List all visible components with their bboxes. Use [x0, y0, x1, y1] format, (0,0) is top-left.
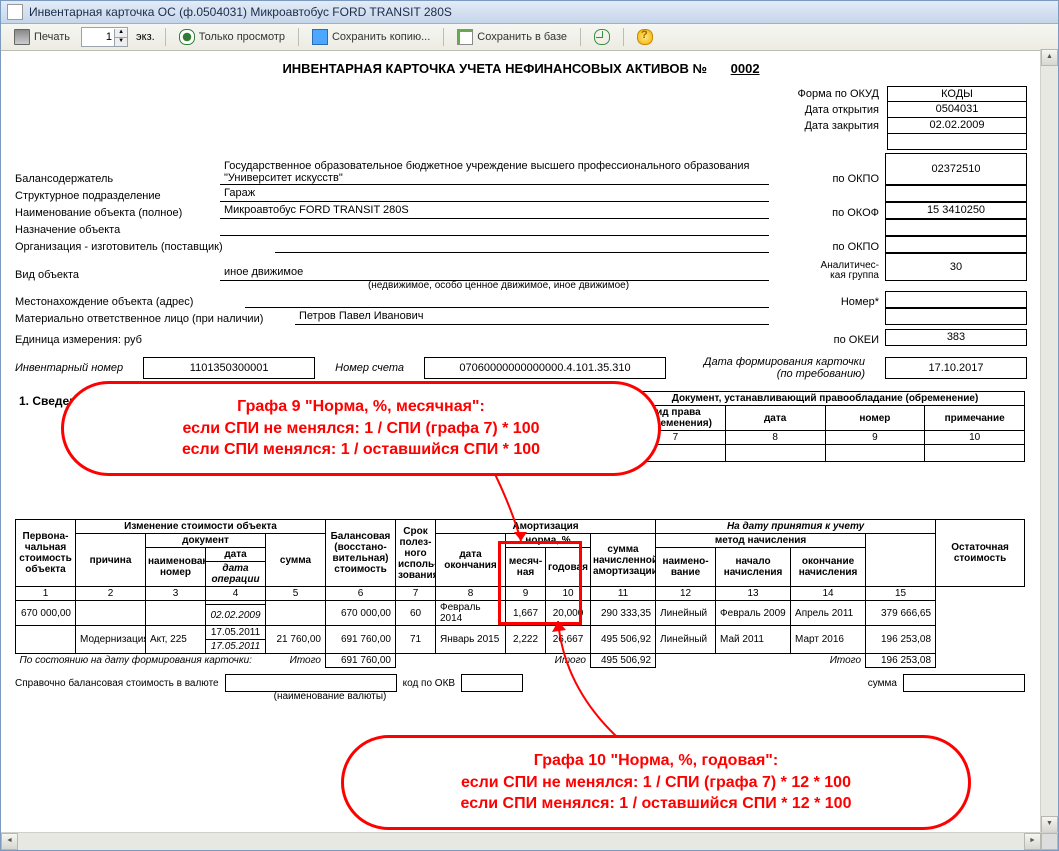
- acct-value: 07060000000000000.4.101.35.310: [424, 357, 666, 379]
- nomer-value: [885, 291, 1027, 308]
- okof-value: 15 3410250: [885, 202, 1027, 219]
- doc-title: ИНВЕНТАРНАЯ КАРТОЧКА УЧЕТА НЕФИНАНСОВЫХ …: [15, 61, 1027, 76]
- okpo1-value: 02372510: [885, 153, 1027, 185]
- save-db-icon: [457, 29, 473, 45]
- toolbar: Печать ▲ ▼ экз. Только просмотр Сохранит…: [1, 24, 1058, 51]
- scroll-up-button[interactable]: ▲: [1041, 49, 1058, 66]
- eye-icon: [179, 29, 195, 45]
- close-date-label: Дата закрытия: [749, 118, 879, 134]
- save-base-label: Сохранить в базе: [477, 31, 567, 43]
- view-only-label: Только просмотр: [199, 31, 285, 43]
- unit-label: Единица измерения: руб: [15, 334, 220, 346]
- copies-unit: экз.: [136, 31, 155, 43]
- maker-label: Организация - изготовитель (поставщик): [15, 241, 275, 253]
- app-window: Инвентарная карточка ОС (ф.0504031) Микр…: [0, 0, 1059, 851]
- okei-value: 383: [885, 329, 1027, 346]
- close-date-value: [888, 134, 1026, 149]
- dept-label: Структурное подразделение: [15, 190, 220, 202]
- card-date-label: Дата формирования карточки (по требовани…: [686, 356, 865, 380]
- analytic-value: 30: [885, 253, 1027, 281]
- help-button[interactable]: [630, 26, 660, 48]
- titlebar: Инвентарная карточка ОС (ф.0504031) Микр…: [1, 1, 1058, 24]
- callout-col10: Графа 10 "Норма, %, годовая": если СПИ н…: [341, 735, 971, 830]
- copies-spinner[interactable]: ▲ ▼: [81, 27, 128, 47]
- okpo2-label: по ОКПО: [769, 241, 885, 253]
- refresh-button[interactable]: [587, 26, 617, 48]
- inv-num-label: Инвентарный номер: [15, 362, 123, 374]
- callout-col9: Графа 9 "Норма, %, месячная": если СПИ н…: [61, 381, 661, 476]
- scroll-left-button[interactable]: ◄: [1, 833, 18, 850]
- rights-table: Документ, устанавливающий правообладание…: [625, 391, 1025, 462]
- open-date-value: 02.02.2009: [888, 118, 1026, 134]
- okv-currency-box: [225, 674, 397, 692]
- okv-label: Справочно балансовая стоимость в валюте: [15, 678, 219, 689]
- main-table: Первона-чальная стоимость объекта Измене…: [15, 519, 1025, 668]
- inv-num-value: 1101350300001: [143, 357, 315, 379]
- okpo2-value: [885, 236, 1027, 253]
- save-copy-label: Сохранить копию...: [332, 31, 430, 43]
- save-base-button[interactable]: Сохранить в базе: [450, 26, 574, 48]
- okei-label: по ОКЕИ: [769, 334, 885, 346]
- nomer-label: Номер*: [769, 296, 885, 308]
- printer-icon: [14, 29, 30, 45]
- codes-header: КОДЫ: [888, 87, 1026, 102]
- resp-label: Материально ответственное лицо (при нали…: [15, 313, 295, 325]
- name-label: Наименование объекта (полное): [15, 207, 220, 219]
- scrollbar-horizontal[interactable]: ◄ ►: [1, 832, 1058, 850]
- doc-number: 0002: [731, 61, 760, 76]
- codes-box: КОДЫ 0504031 02.02.2009: [887, 86, 1027, 150]
- okud-value: 0504031: [888, 102, 1026, 118]
- open-date-label: Дата открытия: [749, 102, 879, 118]
- resp-value: Петров Павел Иванович: [295, 310, 769, 325]
- okv-sum-box: [903, 674, 1025, 692]
- scrollbar-vertical[interactable]: ▲ ▼: [1040, 49, 1058, 833]
- scroll-down-button[interactable]: ▼: [1041, 816, 1058, 833]
- diskette-icon: [312, 29, 328, 45]
- kind-label: Вид объекта: [15, 269, 220, 281]
- copies-input[interactable]: [82, 31, 114, 43]
- okv-sum-label: сумма: [868, 678, 897, 689]
- name-value: Микроавтобус FORD TRANSIT 280S: [220, 204, 769, 219]
- location-label: Местонахождение объекта (адрес): [15, 296, 245, 308]
- analytic-label: Аналитичес-кая группа: [769, 261, 885, 281]
- kind-value: иное движимое: [220, 266, 769, 281]
- okv-code-box: [461, 674, 523, 692]
- print-label: Печать: [34, 31, 70, 43]
- refresh-icon: [594, 29, 610, 45]
- scroll-right-button[interactable]: ►: [1024, 833, 1041, 850]
- save-copy-button[interactable]: Сохранить копию...: [305, 26, 437, 48]
- holder-value: Государственное образовательное бюджетно…: [220, 160, 769, 185]
- spin-up[interactable]: ▲: [114, 29, 127, 38]
- help-icon: [637, 29, 653, 45]
- view-only-button[interactable]: Только просмотр: [172, 26, 292, 48]
- okof-label: по ОКОФ: [769, 207, 885, 219]
- okv-note: (наименование валюты): [245, 691, 415, 702]
- acct-label: Номер счета: [335, 362, 404, 374]
- window-title: Инвентарная карточка ОС (ф.0504031) Микр…: [29, 5, 452, 19]
- print-button[interactable]: Печать: [7, 26, 77, 48]
- kind-note: (недвижимое, особо ценное движимое, иное…: [220, 280, 777, 291]
- card-date-value: 17.10.2017: [885, 357, 1027, 379]
- spin-down[interactable]: ▼: [114, 38, 127, 46]
- okv-code-label: код по ОКВ: [403, 678, 455, 689]
- dept-value: Гараж: [220, 187, 769, 202]
- okpo1-label: по ОКПО: [769, 173, 885, 185]
- okud-label: Форма по ОКУД: [749, 86, 879, 102]
- doc-icon: [7, 4, 23, 20]
- scroll-corner: [1041, 833, 1058, 850]
- holder-label: Балансодержатель: [15, 173, 220, 185]
- purpose-label: Назначение объекта: [15, 224, 220, 236]
